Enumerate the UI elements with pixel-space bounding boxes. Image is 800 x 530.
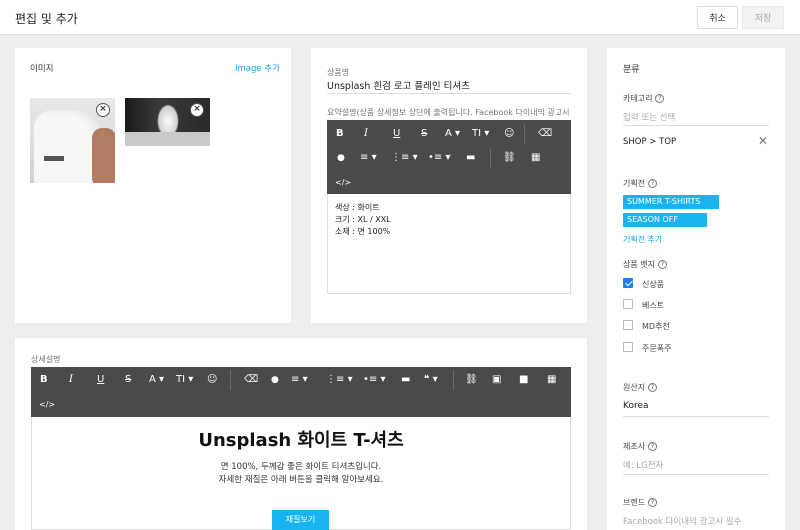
category-value: SHOP > TOP (623, 137, 677, 147)
add-event-link[interactable]: 기획전 추가 (623, 234, 662, 245)
strike-icon[interactable]: S (421, 127, 427, 141)
description-line: 면 100%, 두께감 좋은 화이트 티셔츠입니다. (220, 462, 382, 472)
product-name-label: 상품명 (327, 68, 350, 77)
badge-label-md: MD추천 (642, 322, 670, 331)
add-image-link[interactable]: Image 추가 (235, 62, 280, 74)
emoji-icon[interactable]: ☺ (207, 373, 217, 387)
image-card (15, 48, 291, 323)
category-input[interactable]: 입력 또는 선택 (623, 111, 675, 123)
image-card-title: 이미지 (30, 64, 54, 74)
underline-icon[interactable]: U (97, 373, 104, 387)
summary-line: 소재 : 면 100% (335, 227, 391, 236)
eraser-icon[interactable]: ⌫ (538, 127, 552, 141)
origin-input[interactable]: Korea (623, 401, 649, 411)
event-tag[interactable]: SUMMER T-SHIRTS (623, 195, 719, 209)
category-label: 카테고리? (623, 93, 665, 104)
badge-label: 상품 뱃지? (623, 259, 667, 270)
summary-label: 요약설명(상품 상세정보 상단에 출력됩니다. Facebook 다이내믹 광고… (327, 108, 570, 117)
save-button[interactable]: 저장 (742, 6, 784, 29)
origin-label: 원산지? (623, 382, 658, 393)
video-icon[interactable]: ■ (519, 373, 528, 387)
code-view-icon[interactable]: </> (39, 398, 55, 412)
code-view-icon[interactable]: </> (335, 176, 351, 190)
help-icon[interactable]: ? (657, 260, 667, 269)
top-bar: 편집 및 추가 취소 저장 (0, 0, 800, 35)
image-icon[interactable]: ▣ (492, 373, 501, 387)
summary-editor-toolbar: B I U S A ▾ TI ▾ ☺ ⌫ ● ≡ ▾ ⋮≡ ▾ •≡ ▾ ▬ ⛓… (327, 120, 571, 194)
ordered-list-icon[interactable]: ⋮≡ ▾ (391, 151, 418, 165)
description-label: 상세설명 (31, 355, 61, 364)
event-label: 기획전? (623, 178, 658, 189)
description-heading: Unsplash 화이트 T-셔츠 (198, 430, 404, 451)
badge-checkbox-best[interactable] (623, 299, 633, 309)
brand-input[interactable]: Facebook 다이내믹 광고시 필수 (623, 515, 741, 527)
font-color-icon[interactable]: A ▾ (445, 127, 460, 141)
quote-icon[interactable]: ❝ ▾ (424, 373, 438, 387)
help-icon[interactable]: ? (648, 383, 658, 392)
badge-label-new: 신상품 (642, 280, 665, 289)
underline-icon[interactable]: U (393, 127, 400, 141)
bullet-list-icon[interactable]: •≡ ▾ (428, 151, 450, 165)
drop-icon[interactable]: ● (337, 151, 345, 165)
badge-label-best: 베스트 (642, 301, 665, 310)
ordered-list-icon[interactable]: ⋮≡ ▾ (326, 373, 353, 387)
remove-image-1-icon[interactable]: × (96, 103, 110, 117)
event-tag[interactable]: SEASON OFF (623, 213, 707, 227)
page-title: 편집 및 추가 (15, 12, 78, 26)
help-icon[interactable]: ? (648, 179, 658, 188)
horizontal-rule-icon[interactable]: ▬ (466, 151, 475, 165)
font-color-icon[interactable]: A ▾ (149, 373, 164, 387)
summary-editor[interactable]: 색상 : 화이트 크기 : XL / XXL 소재 : 면 100% (327, 194, 571, 294)
emoji-icon[interactable]: ☺ (504, 127, 514, 141)
help-icon[interactable]: ? (648, 498, 658, 507)
table-icon[interactable]: ▦ (531, 151, 540, 165)
bullet-list-icon[interactable]: •≡ ▾ (363, 373, 385, 387)
remove-image-2-icon[interactable]: × (190, 103, 204, 117)
drop-icon[interactable]: ● (271, 373, 279, 387)
maker-input[interactable]: 예: LG전자 (623, 459, 663, 471)
description-line: 자세한 재질은 아래 버튼을 클릭해 알아보세요. (218, 475, 384, 485)
bold-icon[interactable]: B (40, 373, 48, 387)
brand-label: 브랜드? (623, 497, 658, 508)
cancel-button[interactable]: 취소 (697, 6, 738, 29)
table-icon[interactable]: ▦ (547, 373, 556, 387)
remove-category-icon[interactable]: ✕ (758, 134, 768, 148)
link-icon[interactable]: ⛓ (503, 151, 516, 165)
align-icon[interactable]: ≡ ▾ (360, 151, 377, 165)
description-editor-toolbar: B I U S A ▾ TI ▾ ☺ ⌫ ● ≡ ▾ ⋮≡ ▾ •≡ ▾ ▬ ❝… (31, 367, 571, 417)
link-icon[interactable]: ⛓ (465, 373, 478, 387)
badge-checkbox-hot[interactable] (623, 342, 633, 352)
product-name-input[interactable]: Unsplash 흰검 로고 플레인 티셔츠 (327, 78, 470, 92)
text-size-icon[interactable]: TI ▾ (176, 373, 193, 387)
summary-line: 크기 : XL / XXL (335, 215, 391, 224)
badge-checkbox-new[interactable] (623, 278, 633, 288)
help-icon[interactable]: ? (648, 442, 658, 451)
text-size-icon[interactable]: TI ▾ (472, 127, 489, 141)
italic-icon[interactable]: I (69, 373, 73, 387)
badge-checkbox-md[interactable] (623, 320, 633, 330)
classification-title: 분류 (623, 65, 640, 75)
horizontal-rule-icon[interactable]: ▬ (401, 373, 410, 387)
view-material-button[interactable]: 재질보기 (272, 510, 329, 530)
summary-line: 색상 : 화이트 (335, 203, 380, 212)
align-icon[interactable]: ≡ ▾ (291, 373, 308, 387)
bold-icon[interactable]: B (336, 127, 344, 141)
eraser-icon[interactable]: ⌫ (244, 373, 258, 387)
maker-label: 제조사? (623, 441, 658, 452)
strike-icon[interactable]: S (125, 373, 131, 387)
italic-icon[interactable]: I (364, 127, 368, 141)
help-icon[interactable]: ? (655, 94, 665, 103)
badge-label-hot: 주문폭주 (642, 344, 672, 353)
